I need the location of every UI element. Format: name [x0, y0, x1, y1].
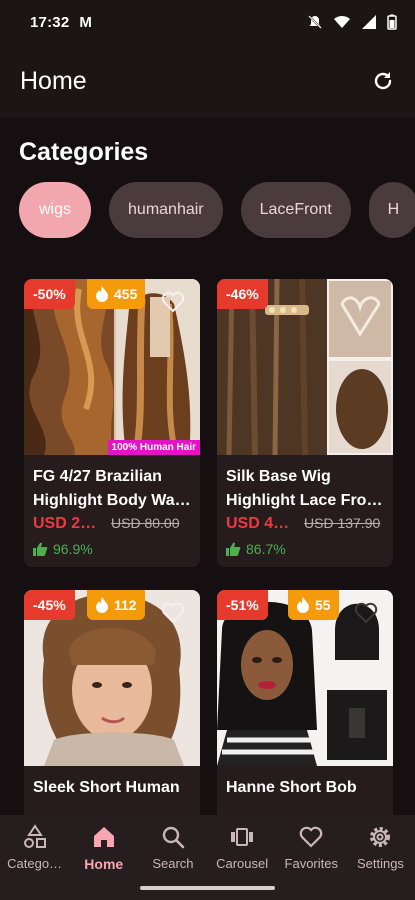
page-title: Home: [20, 66, 87, 95]
original-price: USD 80.00: [111, 515, 180, 531]
hot-count: 455: [114, 286, 138, 302]
heart-icon: [299, 826, 323, 848]
nav-label: Catego…: [7, 856, 63, 871]
flame-icon: [96, 597, 108, 613]
rating-row: 96.9%: [24, 537, 200, 567]
status-time: 17:32: [30, 13, 70, 31]
product-card[interactable]: -50% 455 100% Human Hair FG 4/27 Brazili…: [24, 279, 200, 567]
product-name-line1: Hanne Short Bob: [226, 779, 357, 796]
mute-bell-icon: [308, 15, 322, 29]
rating-row: 86.7%: [217, 537, 393, 567]
discount-badge: -45%: [24, 590, 75, 620]
flame-icon: [96, 286, 108, 302]
refresh-icon[interactable]: [371, 69, 395, 93]
nav-label: Home: [84, 856, 124, 872]
product-name-line1: Silk Base Wig: [226, 468, 331, 485]
hot-badge: 112: [87, 590, 145, 620]
favorite-heart-icon[interactable]: [353, 600, 379, 626]
flame-icon: [297, 597, 309, 613]
product-name-line1: FG 4/27 Brazilian: [33, 468, 162, 485]
status-icons: [307, 14, 397, 30]
thumbs-up-icon: [226, 542, 241, 556]
sale-price: USD 20.…: [33, 515, 105, 532]
nav-settings[interactable]: Settings: [346, 815, 415, 900]
nav-favorites[interactable]: Favorites: [277, 815, 346, 900]
product-name: Hanne Short Bob: [217, 766, 393, 815]
app-bar: Home: [0, 44, 415, 118]
nav-label: Search: [152, 856, 194, 871]
product-name-line2: Highlight Body Wav…: [33, 492, 191, 509]
favorite-heart-icon[interactable]: [160, 289, 186, 315]
price-row: USD 20.… USD 80.00: [24, 513, 200, 537]
category-chip-humanhair[interactable]: humanhair: [109, 182, 223, 238]
hot-badge: 55: [288, 590, 339, 620]
discount-badge: -46%: [217, 279, 268, 309]
nav-home[interactable]: Home: [69, 815, 138, 900]
category-chip-lacefront[interactable]: LaceFront: [240, 182, 351, 238]
product-name: FG 4/27 Brazilian Highlight Body Wav…: [24, 455, 200, 513]
discount-badge: -51%: [217, 590, 268, 620]
status-bar: 17:32 M: [0, 0, 415, 44]
human-hair-label: 100% Human Hair: [107, 440, 200, 455]
product-name: Silk Base Wig Highlight Lace Fron…: [217, 455, 393, 513]
product-name-line2: Highlight Lace Fron…: [226, 492, 384, 509]
product-image[interactable]: -50% 455 100% Human Hair: [24, 279, 200, 455]
product-name-line1: Sleek Short Human: [33, 779, 180, 796]
nav-label: Favorites: [284, 856, 338, 871]
category-chips[interactable]: wigs humanhair LaceFront H: [19, 182, 415, 238]
nav-categories[interactable]: Catego…: [0, 815, 69, 900]
product-image[interactable]: -51% 55: [217, 590, 393, 766]
shapes-icon: [23, 824, 46, 848]
hot-count: 55: [315, 597, 331, 613]
category-chip-partial[interactable]: H: [368, 182, 415, 238]
product-image[interactable]: -45% 112: [24, 590, 200, 766]
search-icon: [162, 826, 185, 849]
gesture-bar[interactable]: [140, 886, 275, 890]
category-chip-wigs[interactable]: wigs: [19, 182, 92, 238]
signal-icon: [362, 15, 376, 29]
favorite-heart-icon[interactable]: [160, 600, 186, 626]
battery-icon: [387, 14, 397, 30]
thumbs-up-icon: [33, 542, 48, 556]
rating-value: 96.9%: [53, 541, 93, 557]
product-card[interactable]: -45% 112 Sleek Short Human: [24, 590, 200, 815]
wifi-icon: [334, 15, 350, 28]
product-name: Sleek Short Human: [24, 766, 200, 815]
gmail-notification-icon: M: [79, 13, 92, 31]
carousel-icon: [231, 828, 254, 846]
categories-title: Categories: [19, 138, 149, 166]
home-content[interactable]: Categories wigs humanhair LaceFront H -5…: [0, 118, 415, 815]
hot-count: 112: [114, 597, 137, 613]
original-price: USD 137.90: [304, 515, 381, 531]
sale-price: USD 40.…: [226, 515, 298, 532]
rating-value: 86.7%: [246, 541, 286, 557]
nav-label: Carousel: [216, 856, 269, 871]
gear-icon: [370, 827, 391, 847]
price-row: USD 40.… USD 137.90: [217, 513, 393, 537]
product-card[interactable]: -51% 55 Hanne Short Bob: [217, 590, 393, 815]
product-card[interactable]: -46% Silk Base Wig Highlight Lace Fron… …: [217, 279, 393, 567]
discount-badge: -50%: [24, 279, 75, 309]
nav-label: Settings: [356, 856, 404, 871]
home-icon: [93, 827, 114, 847]
product-image[interactable]: -46%: [217, 279, 393, 455]
hot-badge: 455: [87, 279, 146, 309]
